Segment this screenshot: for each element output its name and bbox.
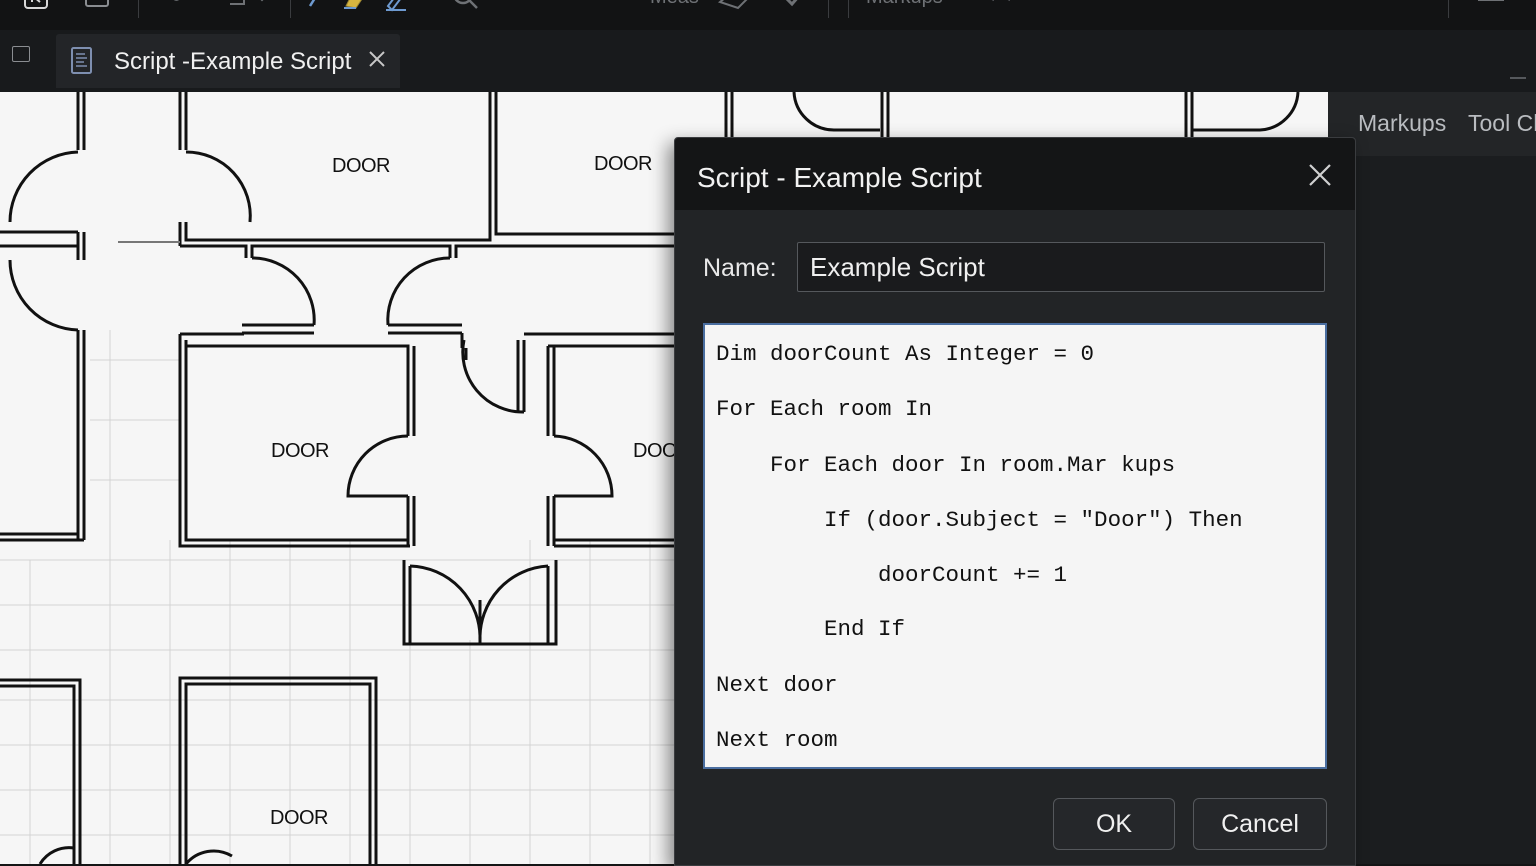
toolbar-separator [1448, 0, 1449, 18]
tab-script-example[interactable]: Script -Example Script [56, 34, 400, 88]
tab-close-icon[interactable] [366, 48, 388, 70]
app-logo-icon[interactable] [24, 0, 50, 12]
floor-plan-drawing [0, 92, 678, 864]
name-label: Name: [703, 254, 777, 282]
save-icon[interactable] [84, 0, 112, 12]
drawing-canvas[interactable]: DOOR DOOR DOOR DOO DOOR [0, 92, 678, 864]
markups-menu-label[interactable]: Markups [866, 0, 943, 9]
measure-menu-label[interactable]: Meas [650, 0, 699, 9]
door-label: DOOR [332, 155, 391, 177]
measure-icon[interactable] [716, 0, 756, 12]
highlighter-icon[interactable] [342, 0, 370, 12]
dialog-titlebar[interactable]: Script - Example Script [675, 138, 1355, 210]
door-label: DOO [633, 440, 678, 462]
side-panel-tabs: Markups Tool Ch [1328, 92, 1536, 156]
tab-list-icon[interactable] [12, 46, 30, 62]
right-side-panel: Markups Tool Ch [1328, 92, 1536, 864]
door-label: DOOR [270, 807, 329, 829]
edit-icon[interactable] [384, 0, 412, 12]
undo-icon[interactable] [160, 0, 200, 12]
crop-icon[interactable] [226, 0, 272, 12]
tab-title: Script -Example Script [114, 48, 352, 75]
drawing-canvas-strip[interactable] [678, 92, 1328, 138]
toolbar-separator [138, 0, 139, 18]
search-icon[interactable] [450, 0, 482, 12]
toolbar-separator [848, 0, 849, 18]
pen-icon[interactable] [306, 0, 330, 12]
toolbar-separator [290, 0, 291, 18]
script-code-editor[interactable]: Dim doorCount As Integer = 0 For Each ro… [703, 323, 1327, 769]
floor-plan-drawing [724, 92, 1300, 138]
tab-markups[interactable]: Markups [1358, 110, 1446, 137]
document-tab-bar: Script -Example Script [0, 30, 1536, 92]
ok-button[interactable]: OK [1053, 798, 1175, 850]
main-toolbar: Meas Markups [0, 0, 1536, 30]
code-line: doorCount += 1 [716, 562, 1068, 588]
code-line: For Each door In room.Mar kups [716, 452, 1176, 478]
code-line: Dim doorCount As Integer = 0 [716, 341, 1095, 367]
door-label: DOOR [594, 153, 653, 175]
name-input[interactable] [797, 242, 1325, 292]
tab-tool-chest[interactable]: Tool Ch [1468, 110, 1536, 137]
code-line: End If [716, 616, 906, 642]
toolbar-separator [828, 0, 829, 18]
door-label: DOOR [271, 440, 330, 462]
document-icon [71, 47, 92, 74]
panel-collapse-icon[interactable] [1508, 74, 1528, 82]
close-icon[interactable] [1307, 162, 1333, 188]
code-line: Next door [716, 672, 838, 698]
dialog-title: Script - Example Script [697, 162, 982, 193]
check-icon[interactable] [780, 0, 812, 12]
code-line: Next room [716, 727, 838, 753]
menu-icon[interactable] [1476, 0, 1506, 12]
link-icon[interactable] [980, 0, 1020, 12]
code-line: If (door.Subject = "Door") Then [716, 507, 1243, 533]
code-line: For Each room In [716, 396, 933, 422]
cancel-button[interactable]: Cancel [1193, 798, 1327, 850]
script-dialog: Script - Example Script Name: Dim doorCo… [674, 137, 1356, 866]
